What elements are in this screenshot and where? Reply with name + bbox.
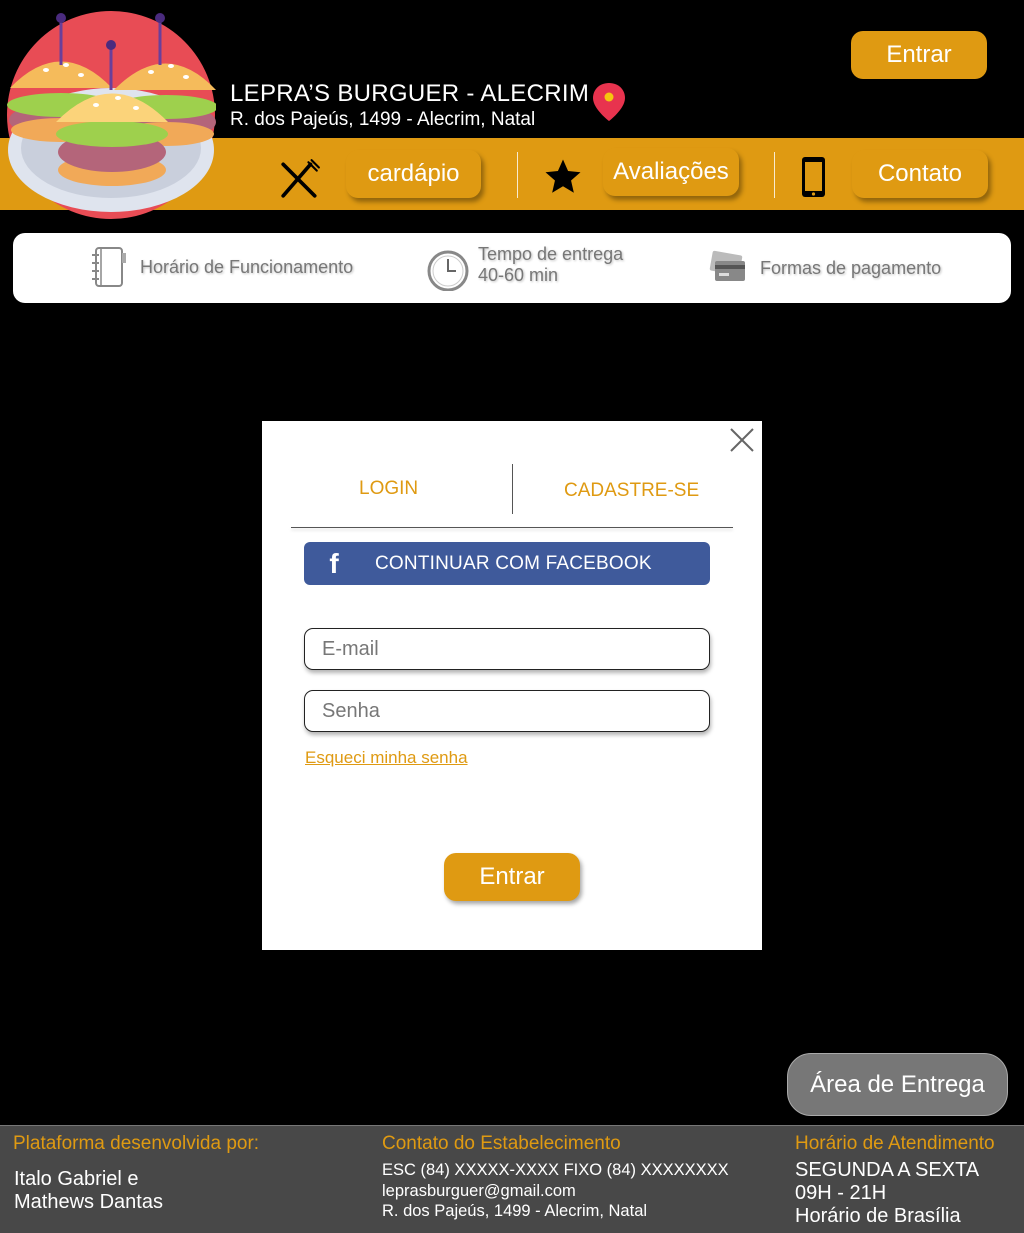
header-login-button[interactable]: Entrar	[851, 31, 987, 79]
facebook-icon: f	[329, 547, 339, 579]
burger-logo-icon	[7, 11, 216, 219]
footer-hours-timezone: Horário de Brasília	[795, 1205, 961, 1227]
phone-icon	[802, 157, 825, 197]
clock-icon	[427, 250, 469, 291]
payment-label: Formas de pagamento	[760, 257, 942, 278]
footer-hours-days: SEGUNDA A SEXTA	[795, 1159, 980, 1181]
notebook-icon	[92, 247, 126, 287]
footer-dev-heading: Plataforma desenvolvida por:	[13, 1133, 260, 1154]
info-bar: Horário de Funcionamento Tempo de entreg…	[13, 233, 1011, 303]
restaurant-title: LEPRA’S BURGUER - ALECRIM	[230, 80, 590, 107]
tab-divider	[512, 464, 513, 514]
delivery-area-button[interactable]: Área de Entrega	[787, 1053, 1008, 1116]
forgot-password-link[interactable]: Esqueci minha senha	[305, 748, 468, 768]
footer-contact-heading: Contato do Estabelecimento	[382, 1133, 621, 1154]
delivery-time-label: Tempo de entrega	[478, 244, 624, 264]
footer-hours-time: 09H - 21H	[795, 1182, 887, 1204]
nav-divider	[774, 152, 775, 198]
footer-dev-line2: Mathews Dantas	[14, 1191, 163, 1213]
tab-underline	[291, 527, 733, 528]
delivery-time-info: Tempo de entrega 40-60 min	[426, 244, 624, 291]
facebook-login-button[interactable]: f CONTINUAR COM FACEBOOK	[304, 542, 710, 585]
nav-reviews-button[interactable]: Avaliações	[603, 148, 739, 196]
fork-knife-icon	[281, 159, 320, 198]
footer-hours-heading: Horário de Atendimento	[795, 1133, 995, 1154]
footer-contact-email[interactable]: leprasburguer@gmail.com	[382, 1182, 576, 1201]
hours-info[interactable]: Horário de Funcionamento	[90, 245, 353, 289]
nav-menu-button[interactable]: cardápio	[346, 150, 481, 198]
password-field[interactable]	[304, 690, 710, 732]
login-modal: LOGIN CADASTRE-SE f CONTINUAR COM FACEBO…	[262, 421, 762, 950]
close-icon[interactable]	[728, 426, 756, 454]
hours-label: Horário de Funcionamento	[140, 256, 354, 277]
location-pin-icon[interactable]	[591, 81, 627, 123]
footer: Plataforma desenvolvida por: Italo Gabri…	[0, 1125, 1024, 1233]
restaurant-address: R. dos Pajeús, 1499 - Alecrim, Natal	[230, 109, 536, 130]
payment-info[interactable]: Formas de pagamento	[709, 247, 941, 289]
login-submit-button[interactable]: Entrar	[444, 853, 580, 901]
footer-dev-line1: Italo Gabriel e	[14, 1168, 139, 1190]
tab-login[interactable]: LOGIN	[359, 478, 418, 500]
tab-signup[interactable]: CADASTRE-SE	[564, 480, 699, 502]
star-icon	[545, 159, 581, 193]
credit-cards-icon	[709, 250, 745, 281]
footer-contact-address: R. dos Pajeús, 1499 - Alecrim, Natal	[382, 1202, 648, 1220]
nav-divider	[517, 152, 518, 198]
delivery-time-value: 40-60 min	[478, 265, 559, 285]
nav-contact-button[interactable]: Contato	[852, 150, 988, 198]
email-field[interactable]	[304, 628, 710, 670]
facebook-button-label: CONTINUAR COM FACEBOOK	[375, 552, 652, 574]
footer-contact-phone: ESC (84) XXXXX-XXXX FIXO (84) XXXXXXXX	[382, 1161, 729, 1179]
